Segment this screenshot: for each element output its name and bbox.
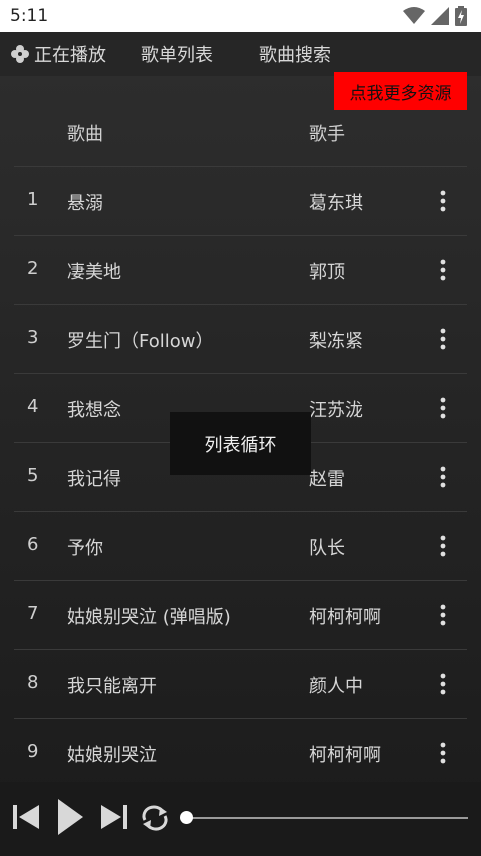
song-number: 9 (27, 741, 39, 762)
song-number: 7 (27, 603, 39, 624)
song-number: 5 (27, 465, 39, 486)
tab-playlist[interactable]: 歌单列表 (141, 32, 213, 76)
tab-now-playing-label: 正在播放 (34, 45, 106, 66)
progress-track[interactable] (186, 817, 468, 819)
more-vertical-icon[interactable] (433, 463, 453, 491)
play-button[interactable] (54, 796, 86, 838)
song-row[interactable]: 1 悬溺 葛东琪 (14, 166, 467, 235)
song-number: 3 (27, 327, 39, 348)
tab-song-search-label: 歌曲搜索 (259, 45, 331, 66)
play-icon (58, 799, 83, 835)
skip-previous-icon (13, 805, 39, 829)
song-number: 8 (27, 672, 39, 693)
repeat-icon (142, 805, 168, 831)
skip-next-button[interactable] (98, 800, 130, 834)
song-list: 1 悬溺 葛东琪 2 凄美地 郭顶 3 罗生门（Follow） 梨冻紧 4 我想… (0, 166, 481, 787)
player-bar (0, 782, 481, 856)
status-icons (403, 6, 467, 26)
more-vertical-icon[interactable] (433, 325, 453, 353)
more-vertical-icon[interactable] (433, 187, 453, 215)
song-title: 悬溺 (67, 193, 103, 214)
song-artist: 赵雷 (309, 469, 345, 490)
music-app: 正在播放 歌单列表 歌曲搜索 点我更多资源 歌曲 歌手 1 悬溺 葛东琪 2 凄… (0, 32, 481, 856)
song-list-header: 歌曲 歌手 (0, 110, 481, 166)
more-vertical-icon[interactable] (433, 739, 453, 767)
repeat-mode-button[interactable] (138, 802, 172, 834)
song-artist: 汪苏泷 (309, 400, 363, 421)
song-title: 我只能离开 (67, 676, 157, 697)
song-artist: 葛东琪 (309, 193, 363, 214)
song-row[interactable]: 6 予你 队长 (14, 511, 467, 580)
song-title: 予你 (67, 538, 103, 559)
more-resources-button[interactable]: 点我更多资源 (334, 72, 467, 110)
more-vertical-icon[interactable] (433, 532, 453, 560)
tab-playlist-label: 歌单列表 (141, 45, 213, 66)
song-title: 凄美地 (67, 262, 121, 283)
song-row[interactable]: 3 罗生门（Follow） 梨冻紧 (14, 304, 467, 373)
song-title: 姑娘别哭泣 (67, 745, 157, 766)
tab-song-search[interactable]: 歌曲搜索 (259, 32, 331, 76)
more-vertical-icon[interactable] (433, 601, 453, 629)
song-number: 6 (27, 534, 39, 555)
skip-previous-button[interactable] (10, 800, 42, 834)
repeat-mode-toast: 列表循环 (170, 412, 311, 475)
song-artist: 柯柯柯啊 (309, 607, 381, 628)
more-vertical-icon[interactable] (433, 394, 453, 422)
top-tabs: 正在播放 歌单列表 歌曲搜索 (0, 32, 481, 76)
song-artist: 柯柯柯啊 (309, 745, 381, 766)
more-vertical-icon[interactable] (433, 670, 453, 698)
song-row[interactable]: 8 我只能离开 颜人中 (14, 649, 467, 718)
song-title: 我记得 (67, 469, 121, 490)
skip-next-icon (101, 805, 127, 829)
song-artist: 队长 (309, 538, 345, 559)
progress-thumb[interactable] (179, 811, 193, 824)
song-row[interactable]: 2 凄美地 郭顶 (14, 235, 467, 304)
song-artist: 郭顶 (309, 262, 345, 283)
song-number: 4 (27, 396, 39, 417)
status-bar: 5:11 (0, 0, 481, 32)
tab-now-playing[interactable]: 正在播放 (10, 32, 106, 76)
song-artist: 颜人中 (309, 676, 363, 697)
song-title: 我想念 (67, 400, 121, 421)
song-row[interactable]: 9 姑娘别哭泣 柯柯柯啊 (14, 718, 467, 787)
song-number: 1 (27, 189, 39, 210)
song-row[interactable]: 7 姑娘别哭泣 (弹唱版) 柯柯柯啊 (14, 580, 467, 649)
column-header-artist: 歌手 (309, 124, 345, 145)
song-artist: 梨冻紧 (309, 331, 363, 352)
pinwheel-icon (11, 45, 29, 63)
status-time: 5:11 (10, 6, 49, 26)
song-title: 姑娘别哭泣 (弹唱版) (67, 607, 231, 628)
song-number: 2 (27, 258, 39, 279)
more-vertical-icon[interactable] (433, 256, 453, 284)
song-title: 罗生门（Follow） (67, 331, 214, 352)
wifi-icon (403, 7, 425, 24)
battery-icon (455, 6, 467, 26)
column-header-song: 歌曲 (67, 124, 103, 145)
signal-icon (431, 7, 449, 25)
